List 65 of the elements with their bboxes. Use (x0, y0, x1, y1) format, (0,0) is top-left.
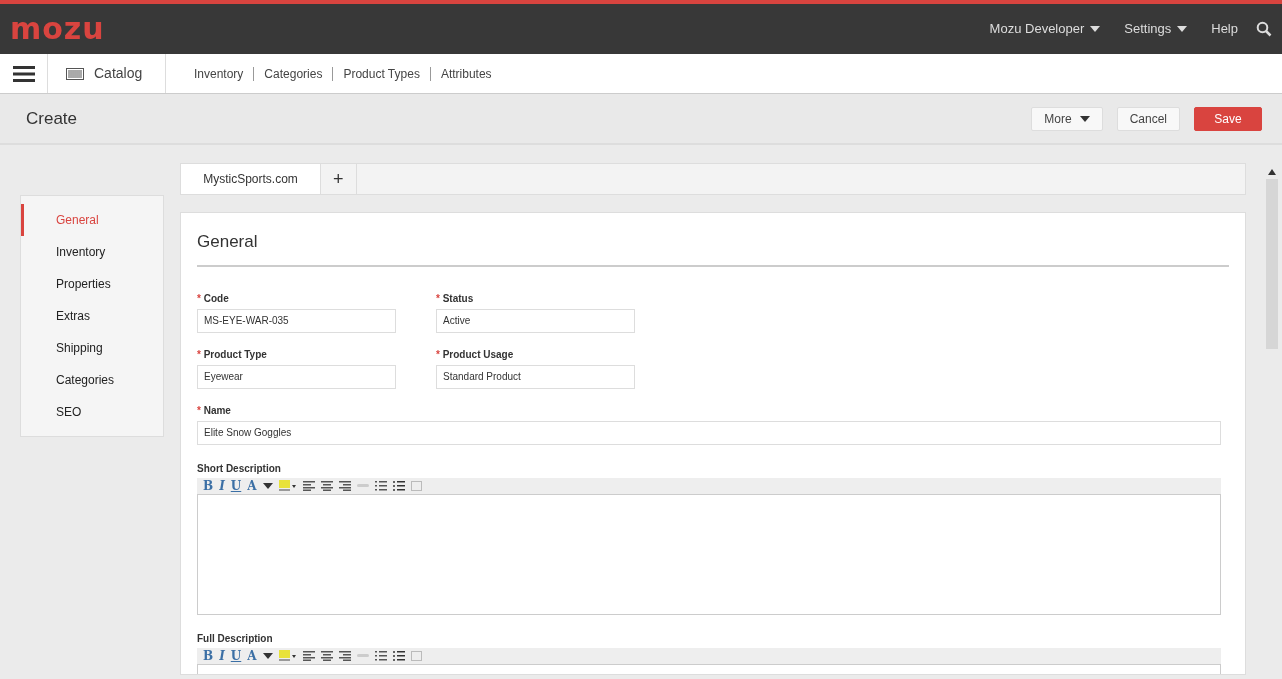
caret-icon[interactable] (262, 652, 273, 659)
field-label: Status (442, 292, 474, 304)
align-center-icon[interactable] (320, 650, 333, 661)
field-label: Name (203, 404, 231, 416)
menu-icon[interactable] (12, 64, 35, 83)
cancel-button[interactable]: Cancel (1116, 106, 1180, 131)
sidebar-item[interactable]: Properties (21, 268, 163, 300)
format-button[interactable]: I (219, 479, 225, 492)
format-button[interactable]: B (203, 479, 214, 492)
field-label: Code (203, 292, 229, 304)
format-button[interactable]: A (247, 479, 257, 492)
align-right-icon[interactable] (338, 650, 351, 661)
format-button[interactable]: U (230, 649, 242, 662)
field-label: Product Type (203, 348, 267, 360)
scroll-up-icon[interactable] (1268, 169, 1276, 175)
format-button[interactable]: A (247, 649, 257, 662)
required-mark: * (197, 404, 201, 416)
required-mark: * (436, 292, 440, 304)
input-field[interactable]: Standard Product (436, 364, 635, 389)
required-mark: * (197, 292, 201, 304)
editor-label: Short Description (197, 461, 282, 476)
nav-link[interactable]: Inventory (184, 64, 254, 83)
sidebar-item[interactable]: Categories (21, 364, 163, 396)
sidebar-item[interactable]: Shipping (21, 332, 163, 364)
numbered-list-icon[interactable] (374, 650, 387, 661)
search-icon[interactable] (1256, 21, 1272, 37)
dropdown-button[interactable]: More (1031, 106, 1103, 131)
input-field[interactable]: Elite Snow Goggles (197, 420, 1221, 445)
bullet-list-icon[interactable] (392, 650, 405, 661)
field-label: Product Usage (442, 348, 514, 360)
save-button[interactable]: Save (1194, 106, 1262, 131)
bullet-list-icon[interactable] (392, 480, 405, 491)
format-button[interactable]: B (203, 649, 214, 662)
align-left-icon[interactable] (302, 650, 315, 661)
align-left-icon[interactable] (302, 480, 315, 491)
nav-link[interactable]: Categories (254, 64, 333, 83)
editor-label: Full Description (197, 631, 274, 646)
required-mark: * (436, 348, 440, 360)
sidebar-item[interactable]: Extras (21, 300, 163, 332)
nav-link[interactable]: Product Types (333, 64, 430, 83)
menu-button[interactable]: Mozu Developer (989, 19, 1101, 39)
format-button[interactable]: U (230, 479, 242, 492)
section-heading: General (197, 227, 1229, 267)
input-field[interactable]: Active (436, 308, 635, 333)
section-title: Catalog (94, 64, 143, 83)
tab[interactable]: MysticSports.com (181, 164, 321, 194)
sidebar-item[interactable]: General (21, 204, 163, 236)
align-right-icon[interactable] (338, 480, 351, 491)
menu-button[interactable]: Help (1211, 19, 1238, 39)
required-mark: * (197, 348, 201, 360)
align-center-icon[interactable] (320, 480, 333, 491)
highlight-icon[interactable] (278, 649, 297, 662)
caret-icon[interactable] (262, 482, 273, 489)
highlight-icon[interactable] (278, 479, 297, 492)
caret-icon (1079, 115, 1090, 122)
sidebar-item[interactable]: SEO (21, 396, 163, 428)
menu-button[interactable]: Settings (1124, 19, 1188, 39)
format-button[interactable]: I (219, 649, 225, 662)
barcode-icon (66, 67, 84, 80)
nav-link[interactable]: Attributes (430, 64, 502, 83)
sidebar-item[interactable]: Inventory (21, 236, 163, 268)
input-field[interactable]: MS-EYE-WAR-035 (197, 308, 396, 333)
input-field[interactable]: Eyewear (197, 364, 396, 389)
page-title: Create (26, 107, 79, 130)
numbered-list-icon[interactable] (374, 480, 387, 491)
